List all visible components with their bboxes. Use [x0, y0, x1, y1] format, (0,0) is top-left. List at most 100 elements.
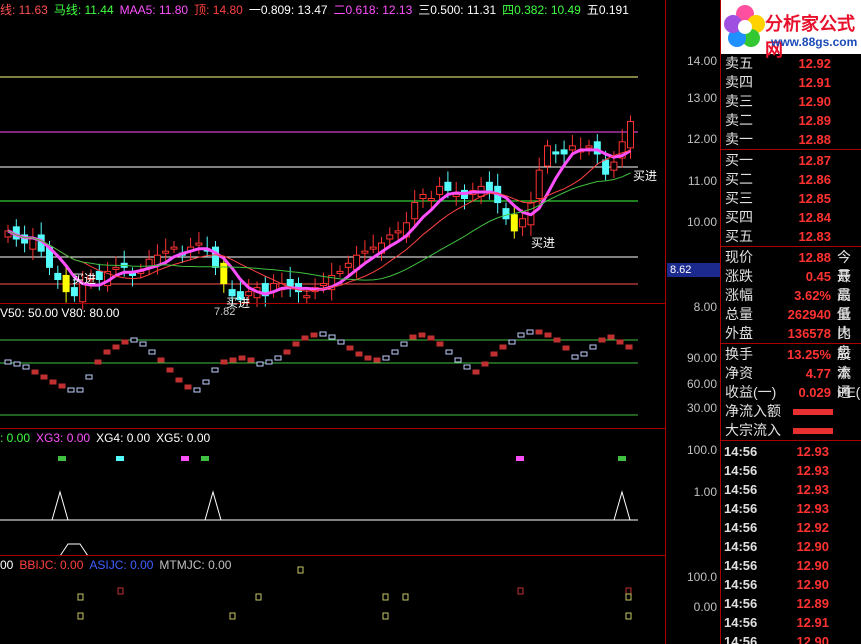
- axis-tick: 30.00: [686, 401, 717, 415]
- signal-mark: [58, 456, 66, 461]
- tick-price: 12.93: [796, 482, 829, 497]
- row-label: 净资: [725, 365, 753, 381]
- candle-body: [162, 250, 170, 254]
- signal-square: [517, 587, 524, 595]
- osc-step: [580, 351, 588, 357]
- candle-body: [386, 234, 394, 240]
- quote-panel: 分析家公式网 www.88gs.com 卖五 12.92 卖四 12.91 卖三 12.9…: [720, 0, 861, 644]
- candle-body: [535, 169, 543, 199]
- osc-step: [373, 357, 381, 363]
- row-value: 12.86: [798, 172, 831, 187]
- osc-step: [337, 339, 345, 345]
- axis-tick: 10.00: [686, 215, 717, 229]
- osc-step: [220, 359, 228, 365]
- osc-step: [346, 345, 354, 351]
- signal-mark: [516, 456, 524, 461]
- row-value: 12.92: [798, 56, 831, 71]
- ask-row: 卖四 12.91: [721, 73, 861, 92]
- osc-step: [4, 359, 12, 365]
- candle-body: [552, 151, 560, 155]
- ask-row: 卖五 12.92: [721, 54, 861, 73]
- candle-body: [560, 149, 568, 155]
- osc-step: [391, 349, 399, 355]
- panel-divider: [721, 246, 861, 247]
- osc-step: [589, 344, 597, 350]
- osc-step: [382, 355, 390, 361]
- candle-body: [394, 230, 402, 234]
- quote-row: 涨幅 3.62% 最低: [721, 286, 861, 322]
- osc-step: [31, 369, 39, 375]
- row-label: 卖一: [725, 131, 753, 147]
- signal-mark: [201, 456, 209, 461]
- sub-indicator-value: MTMJC: 0.00: [159, 558, 232, 572]
- row-value: 0.45: [805, 269, 831, 284]
- signal-square: [229, 612, 236, 620]
- candle-body: [170, 246, 178, 250]
- indicator-value: 马线: 11.44: [53, 3, 114, 17]
- candlestick-chart[interactable]: [0, 20, 665, 644]
- peak-signal: [613, 490, 631, 521]
- site-logo: 分析家公式网 www.88gs.com: [721, 0, 861, 61]
- candle-body: [112, 266, 120, 270]
- low-marker: 7.82: [214, 306, 236, 318]
- peak-signal: [204, 490, 222, 521]
- row-label: 卖二: [725, 112, 753, 128]
- row-label: 买二: [725, 171, 753, 187]
- osc-step: [463, 364, 471, 370]
- osc-step: [49, 379, 57, 385]
- axis-tick: 14.00: [686, 54, 717, 68]
- osc-step: [193, 387, 201, 393]
- quote-row: 涨跌 0.45 最高: [721, 267, 861, 303]
- candle-body: [602, 159, 610, 175]
- osc-step: [319, 331, 327, 337]
- osc-step: [274, 355, 282, 361]
- row-value: 13.25%: [787, 347, 832, 362]
- sub-indicator-value: : 0.00: [0, 431, 31, 445]
- osc-step: [364, 355, 372, 361]
- flower-icon: [724, 5, 765, 47]
- fundamental-row: 收益(一) 0.029 PE(动: [721, 383, 861, 402]
- osc-step: [526, 329, 534, 335]
- osc-step: [598, 337, 606, 343]
- tick-row: 14:56 12.93: [721, 442, 861, 461]
- row-value: 12.89: [798, 113, 831, 128]
- ask-row: 卖二 12.89: [721, 111, 861, 130]
- tick-time: 14:56: [724, 482, 758, 497]
- panel-divider: [721, 343, 861, 344]
- osc-step: [355, 351, 363, 357]
- tick-price: 12.92: [796, 520, 829, 535]
- row-label: 买四: [725, 209, 753, 225]
- row-value: 12.91: [798, 75, 831, 90]
- candle-body: [29, 238, 37, 250]
- indicator-value: 线: 11.63: [0, 3, 48, 17]
- fundamental-row: 换手 13.25% 股本: [721, 345, 861, 381]
- ask-row: 卖三 12.90: [721, 92, 861, 111]
- osc-step: [157, 357, 165, 363]
- price-axis: 14.00 13.00 12.00 11.00 10.00 8.62 8.00 …: [665, 0, 721, 644]
- candle-body: [427, 198, 435, 202]
- candle-body: [411, 202, 419, 220]
- row-label: 卖四: [725, 74, 753, 90]
- tick-row: 14:56 12.90: [721, 632, 861, 644]
- row-label: 涨跌: [725, 268, 753, 284]
- current-price-tag: 8.62: [667, 263, 721, 277]
- tick-price: 12.90: [796, 558, 829, 573]
- osc-step: [103, 349, 111, 355]
- tick-time: 14:56: [724, 596, 758, 611]
- tick-price: 12.93: [796, 444, 829, 459]
- osc-step: [616, 339, 624, 345]
- pane-separator: [0, 428, 665, 429]
- tick-row: 14:56 12.93: [721, 480, 861, 499]
- osc-step: [58, 383, 66, 389]
- axis-tick: 60.00: [686, 377, 717, 391]
- axis-tick: 100.0: [686, 570, 717, 584]
- candle-body: [95, 270, 103, 280]
- osc-step: [436, 341, 444, 347]
- row-label: 换手: [725, 346, 753, 362]
- axis-tick: 90.00: [686, 351, 717, 365]
- osc-step: [166, 367, 174, 373]
- osc-step: [283, 349, 291, 355]
- bid-row: 买五 12.83: [721, 227, 861, 246]
- osc-step: [454, 357, 462, 363]
- osc-step: [517, 332, 525, 338]
